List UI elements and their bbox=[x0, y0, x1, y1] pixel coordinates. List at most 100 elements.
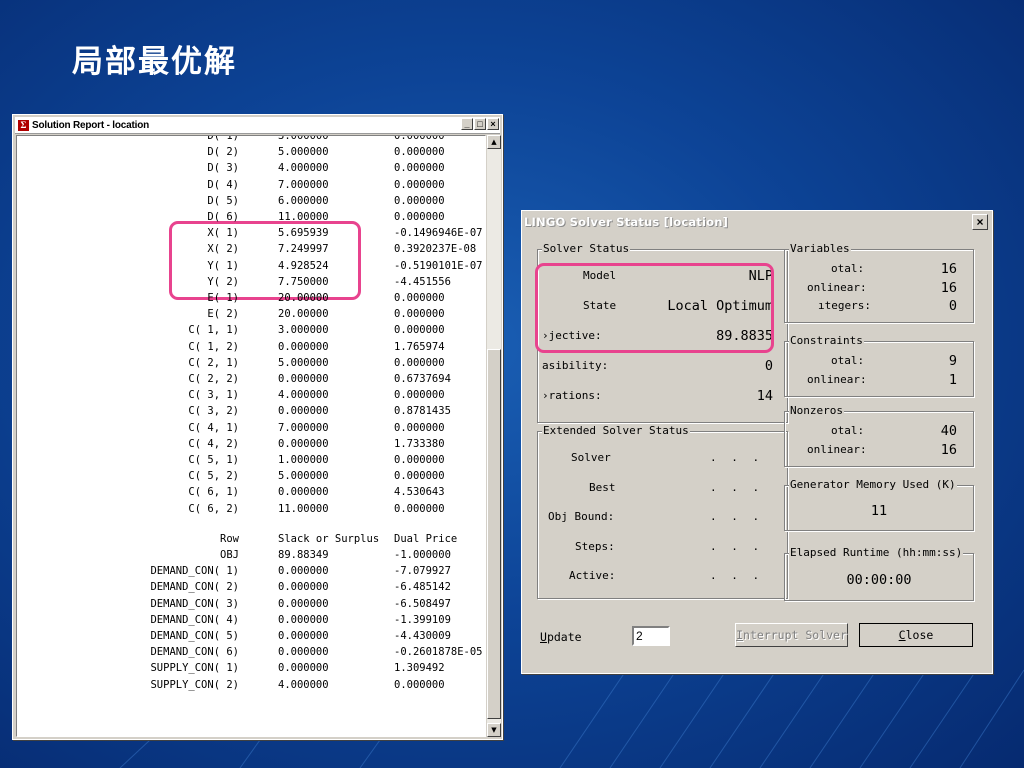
variable-row: D( 1) 3.000000 0.000000 bbox=[17, 135, 485, 145]
row-name: OBJ bbox=[220, 549, 239, 561]
variable-row: C( 6, 2) 11.00000 0.000000 bbox=[17, 502, 485, 518]
row-name: C( 1, 1) bbox=[188, 324, 239, 337]
variable-row: C( 2, 1) 5.000000 0.000000 bbox=[17, 356, 485, 372]
nonzeros-nonlinear-value: 16 bbox=[940, 442, 957, 458]
solution-report-window[interactable]: Σ Solution Report - location _ □ × D( 1)… bbox=[12, 114, 503, 740]
constraints-group: Constraints otal: 9 onlinear: 1 bbox=[784, 334, 974, 397]
row-reduced-cost: -4.430009 bbox=[394, 630, 451, 642]
constraint-row: SUPPLY_CON( 1) 0.000000 1.309492 bbox=[17, 661, 485, 677]
iterations-label: ›rations: bbox=[542, 389, 602, 402]
row-value: 0.000000 bbox=[278, 437, 329, 450]
best-label: Best bbox=[589, 481, 616, 494]
variable-row: C( 1, 2) 0.000000 1.765974 bbox=[17, 340, 485, 356]
status-close-button[interactable]: × bbox=[972, 214, 988, 230]
row-value: 5.695939 bbox=[278, 227, 329, 240]
row-value: 11.00000 bbox=[278, 502, 329, 515]
variable-row: C( 2, 2) 0.000000 0.6737694 bbox=[17, 372, 485, 388]
row-value: 3.000000 bbox=[278, 135, 329, 142]
row-value: 0.000000 bbox=[278, 630, 329, 642]
row-name: C( 2, 2) bbox=[188, 373, 239, 385]
constraints-total-label: otal: bbox=[831, 354, 865, 367]
solver-label: Solver bbox=[571, 451, 611, 464]
scroll-thumb[interactable] bbox=[487, 349, 501, 719]
row-name: C( 5, 1) bbox=[188, 454, 239, 466]
close-dialog-button[interactable]: Close bbox=[859, 623, 973, 647]
constraint-row: DEMAND_CON( 6) 0.000000 -0.2601878E-05 bbox=[17, 645, 485, 661]
row-reduced-cost: 0.000000 bbox=[394, 211, 445, 223]
variable-row: C( 3, 2) 0.000000 0.8781435 bbox=[17, 404, 485, 420]
update-interval-input[interactable]: 2 bbox=[632, 626, 670, 646]
row-section-header: Row Slack or Surplus Dual Price bbox=[17, 532, 485, 548]
row-value: 0.000000 bbox=[278, 597, 329, 610]
status-titlebar[interactable]: LINGO Solver Status [location] × bbox=[522, 211, 992, 233]
variables-title: Variables bbox=[789, 242, 851, 256]
variables-group: Variables otal: 16 onlinear: 16 ıtegers:… bbox=[784, 242, 974, 323]
scroll-down-arrow[interactable]: ▼ bbox=[487, 723, 501, 737]
row-value: 3.000000 bbox=[278, 324, 329, 337]
row-value: 7.000000 bbox=[278, 178, 329, 191]
close-button[interactable]: × bbox=[487, 118, 499, 130]
row-value: 5.000000 bbox=[278, 356, 329, 369]
constraint-row: DEMAND_CON( 3) 0.000000 -6.508497 bbox=[17, 597, 485, 613]
row-value: 1.000000 bbox=[278, 454, 329, 466]
row-name: E( 2) bbox=[207, 308, 239, 321]
row-value: 4.000000 bbox=[278, 678, 329, 691]
constraints-nonlinear-value: 1 bbox=[948, 372, 957, 388]
generator-memory-value: 11 bbox=[870, 503, 888, 519]
constraints-title: Constraints bbox=[789, 334, 864, 348]
row-value: 4.928524 bbox=[278, 259, 329, 272]
row-reduced-cost: 0.000000 bbox=[394, 502, 445, 515]
constraint-row: DEMAND_CON( 2) 0.000000 -6.485142 bbox=[17, 580, 485, 596]
row-name: D( 5) bbox=[207, 194, 239, 207]
solver-status-dialog[interactable]: LINGO Solver Status [location] × Solver … bbox=[521, 210, 993, 674]
variable-row: C( 4, 2) 0.000000 1.733380 bbox=[17, 437, 485, 453]
variable-row: C( 1, 1) 3.000000 0.000000 bbox=[17, 323, 485, 339]
best-dots: . . . bbox=[710, 481, 764, 494]
maximize-button[interactable]: □ bbox=[474, 118, 486, 130]
row-reduced-cost: -1.000000 bbox=[394, 549, 451, 561]
row-name: D( 6) bbox=[207, 211, 239, 223]
row-reduced-cost: 0.000000 bbox=[394, 454, 445, 466]
window-controls: _ □ × bbox=[461, 118, 499, 130]
vertical-scrollbar[interactable]: ▲ ▼ bbox=[487, 135, 501, 737]
iterations-value: 14 bbox=[756, 388, 773, 404]
nonzeros-group: Nonzeros otal: 40 onlinear: 16 bbox=[784, 404, 974, 467]
row-value: 7.249997 bbox=[278, 243, 329, 256]
row-reduced-cost: 0.000000 bbox=[394, 470, 445, 483]
row-reduced-cost: 0.3920237E-08 bbox=[394, 243, 477, 256]
row-name: C( 1, 2) bbox=[188, 340, 239, 353]
report-titlebar[interactable]: Σ Solution Report - location _ □ × bbox=[15, 117, 500, 134]
solver-dots: . . . bbox=[710, 451, 764, 464]
report-window-title: Solution Report - location bbox=[32, 119, 150, 131]
row-name: SUPPLY_CON( 1) bbox=[150, 662, 239, 675]
row-reduced-cost: 0.000000 bbox=[394, 146, 445, 159]
variable-row: X( 2) 7.249997 0.3920237E-08 bbox=[17, 242, 485, 258]
constraints-total-value: 9 bbox=[948, 353, 957, 369]
row-name: DEMAND_CON( 2) bbox=[150, 581, 239, 594]
minimize-button[interactable]: _ bbox=[461, 118, 473, 130]
variable-row: D( 6) 11.00000 0.000000 bbox=[17, 210, 485, 226]
row-reduced-cost: 4.530643 bbox=[394, 486, 445, 499]
update-label: Update bbox=[540, 630, 582, 644]
row-reduced-cost: -0.5190101E-07 bbox=[394, 259, 483, 272]
row-reduced-cost: 0.000000 bbox=[394, 421, 445, 434]
row-reduced-cost: 0.8781435 bbox=[394, 405, 451, 418]
row-name: X( 1) bbox=[207, 227, 239, 240]
elapsed-runtime-title: Elapsed Runtime (hh:mm:ss) bbox=[789, 546, 964, 560]
row-name: C( 6, 2) bbox=[188, 502, 239, 515]
row-name: D( 2) bbox=[207, 146, 239, 159]
row-value: 20.00000 bbox=[278, 292, 329, 304]
row-value: 5.000000 bbox=[278, 470, 329, 483]
slide-title: 局部最优解 bbox=[72, 44, 237, 80]
variables-total-value: 16 bbox=[940, 261, 957, 277]
interrupt-solver-button[interactable]: Interrupt Solver bbox=[735, 623, 848, 647]
row-name: C( 6, 1) bbox=[188, 486, 239, 499]
row-reduced-cost: 0.000000 bbox=[394, 194, 445, 207]
scroll-up-arrow[interactable]: ▲ bbox=[487, 135, 501, 149]
row-reduced-cost: -6.508497 bbox=[394, 597, 451, 610]
obj-bound-label: Obj Bound: bbox=[548, 510, 615, 523]
report-text-area[interactable]: D( 1) 3.000000 0.000000 D( 2) 5.000000 0.0000… bbox=[16, 135, 486, 737]
row-reduced-cost: -0.1496946E-07 bbox=[394, 227, 483, 240]
generator-memory-group: Generator Memory Used (K) 11 bbox=[784, 478, 974, 531]
variable-row: E( 2) 20.00000 0.000000 bbox=[17, 307, 485, 323]
